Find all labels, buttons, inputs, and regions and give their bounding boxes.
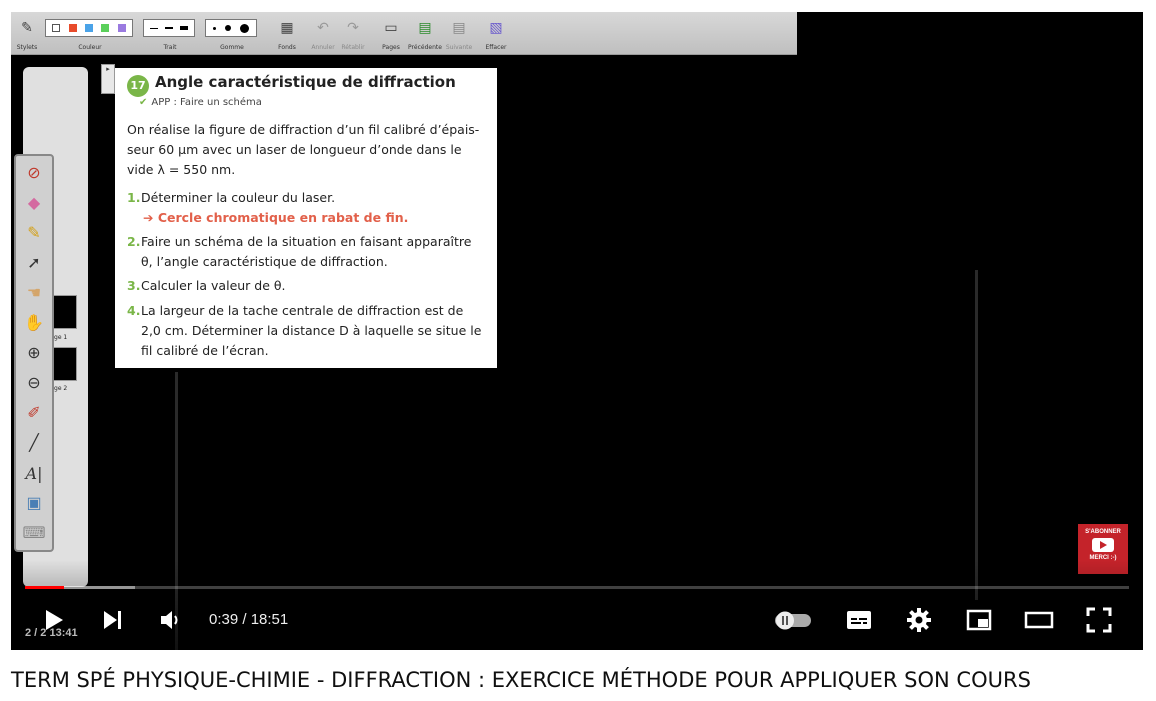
question-number: 4. — [127, 303, 141, 318]
check-icon: ✔ — [139, 97, 148, 108]
whiteboard-toolbar: ✎ Stylets Couleur Trait Gomme ▦ Fonds ↶ … — [11, 12, 797, 55]
miniplayer-button[interactable] — [963, 604, 995, 636]
eraser-sizes — [205, 19, 257, 37]
pages-group: ▭ Pages — [382, 19, 400, 51]
stroke-medium — [164, 27, 173, 29]
color-group: Couleur — [45, 16, 135, 52]
question-number: 2. — [127, 234, 141, 249]
next-group: ▤ Suivante — [445, 19, 473, 51]
theater-mode-button[interactable] — [1023, 604, 1055, 636]
autoplay-toggle[interactable] — [771, 604, 815, 636]
eraser-medium — [224, 25, 231, 31]
exercise-intro: On réalise la figure de diffraction d’un… — [127, 122, 480, 177]
color-swatch — [68, 24, 77, 32]
question-3: 3. Calculer la valeur de θ. — [127, 276, 487, 296]
play-button[interactable] — [37, 604, 69, 636]
eraser-large — [240, 23, 250, 33]
settings-button[interactable] — [903, 604, 935, 636]
exercise-title: Angle caractéristique de diffraction — [155, 73, 456, 91]
theater-icon — [1024, 611, 1054, 629]
color-swatch — [52, 24, 61, 32]
color-picker-icon: ✐ — [27, 405, 41, 422]
redo-group: ↷ Rétablir — [341, 19, 365, 51]
grab-icon: ✋ — [24, 315, 44, 332]
stroke-thin — [149, 27, 158, 29]
zoom-out-icon: ⊖ — [27, 375, 41, 392]
pages-icon: ▭ — [384, 19, 398, 35]
line-icon: ╱ — [29, 435, 39, 452]
undo-group: ↶ Annuler — [311, 19, 335, 51]
image-icon: ▣ — [26, 495, 42, 512]
volume-button[interactable] — [155, 604, 187, 636]
progress-played — [25, 586, 64, 589]
color-swatch — [117, 24, 126, 32]
exercise-number: 17 — [127, 75, 149, 97]
skill-tag-text: APP : Faire un schéma — [151, 97, 262, 108]
fullscreen-icon — [1086, 607, 1112, 633]
question-number: 1. — [127, 190, 141, 205]
question-text: Calculer la valeur de θ. — [141, 278, 286, 293]
text-tool-icon: A| — [25, 464, 43, 483]
subscribe-label: S'ABONNER — [1085, 529, 1121, 535]
question-2: 2. Faire un schéma de la situation en fa… — [127, 232, 487, 272]
drawing-tools-panel: ⊘ ◆ ✎ ➚ ☚ ✋ ⊕ ⊖ ✐ ╱ A| ▣ ⌨ — [14, 154, 54, 552]
autoplay-toggle-icon — [775, 611, 811, 630]
time-display: 0:39 / 18:51 — [209, 611, 289, 628]
next-button[interactable] — [97, 604, 129, 636]
question-text: Faire un schéma de la situation en faisa… — [141, 234, 472, 269]
previous-page-icon: ▤ — [418, 19, 432, 35]
youtube-logo-icon — [1092, 538, 1114, 552]
next-page-icon: ▤ — [452, 19, 466, 35]
question-number: 3. — [127, 278, 141, 293]
stylus-group: ✎ Stylets — [16, 19, 38, 51]
exercise-skill-tag: ✔ APP : Faire un schéma — [139, 97, 262, 108]
subtitles-button[interactable] — [843, 604, 875, 636]
background-icon: ▦ — [280, 19, 294, 35]
question-text: La largeur de la tache centrale de diffr… — [141, 303, 482, 358]
eraser-small — [212, 26, 216, 30]
progress-bar[interactable] — [25, 586, 1129, 589]
highlighter-icon: ✎ — [27, 225, 41, 242]
fullscreen-button[interactable] — [1083, 604, 1115, 636]
eraser-group: Gomme — [205, 16, 259, 52]
undo-icon: ↶ — [317, 19, 329, 35]
question-1: 1. Déterminer la couleur du laser. ➔ Cer… — [127, 188, 487, 228]
video-title: TERM SPÉ PHYSIQUE-CHIMIE - DIFFRACTION :… — [11, 668, 1031, 692]
question-4: 4. La largeur de la tache centrale de di… — [127, 301, 487, 361]
color-swatch — [101, 24, 110, 32]
gear-icon — [907, 608, 931, 632]
stroke-thick — [180, 26, 189, 30]
stylus-icon: ✎ — [21, 19, 33, 35]
hand-icon: ☚ — [26, 285, 42, 302]
miniplayer-icon — [966, 609, 992, 631]
question-text: Déterminer la couleur du laser. — [141, 190, 336, 205]
erase-all-icon: ▧ — [489, 19, 503, 35]
question-hint: ➔ Cercle chromatique en rabat de fin. — [143, 210, 409, 225]
volume-icon — [161, 611, 178, 629]
exercise-card: 17 Angle caractéristique de diffraction … — [115, 68, 497, 368]
pointer-icon: ➚ — [27, 255, 41, 272]
video-player[interactable]: ✎ Stylets Couleur Trait Gomme ▦ Fonds ↶ … — [11, 12, 1143, 650]
collapse-panel-tab: ▸ — [101, 64, 115, 94]
subtitles-icon — [847, 611, 871, 629]
video-content-area — [797, 12, 1143, 270]
pen-off-icon: ⊘ — [27, 165, 41, 182]
stroke-options — [143, 19, 195, 37]
divider-line — [975, 270, 978, 600]
color-swatches — [45, 19, 133, 37]
next-icon — [104, 611, 121, 629]
stroke-group: Trait — [143, 16, 197, 52]
play-icon — [46, 610, 63, 630]
zoom-in-icon: ⊕ — [27, 345, 41, 362]
erase-all-group: ▧ Effacer — [485, 19, 507, 51]
redo-icon: ↷ — [347, 19, 359, 35]
color-swatch — [84, 24, 93, 32]
background-group: ▦ Fonds — [278, 19, 296, 51]
keyboard-icon: ⌨ — [22, 525, 46, 542]
previous-group: ▤ Précédente — [408, 19, 442, 51]
eraser-icon: ◆ — [27, 195, 41, 212]
